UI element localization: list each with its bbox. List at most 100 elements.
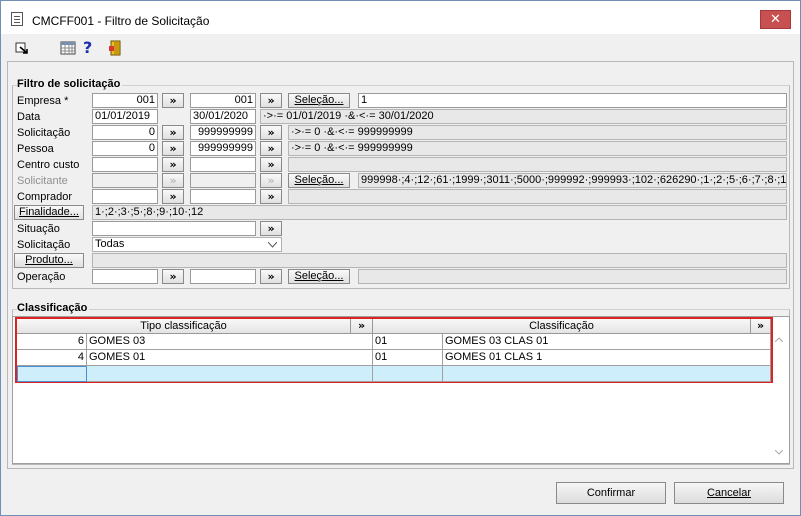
help-icon[interactable]: ? [83,39,101,57]
scroll-up-icon[interactable] [775,337,783,342]
exit-door-icon[interactable] [107,39,125,57]
solicitante-from-arrow-button: » [162,173,184,188]
confirm-button[interactable]: Confirmar [556,482,666,504]
pessoa-to-input[interactable]: 999999999 [190,141,256,156]
document-icon [11,12,23,26]
row1-class-id-cell[interactable]: 01 [373,334,443,350]
pessoa-from-arrow-button[interactable]: » [162,141,184,156]
solicitante-label: Solicitante [17,175,68,187]
operacao-to-input[interactable] [190,269,256,284]
empresa-label: Empresa * [17,95,69,107]
solicitante-to-arrow-button: » [260,173,282,188]
comprador-label: Comprador [17,191,73,203]
classification-grid: Tipo classificação » Classificação » 6 G… [15,317,773,383]
solicitacao-to-input[interactable]: 999999999 [190,125,256,140]
operacao-summary-field [358,269,787,284]
pessoa-summary-field: ·>·= 0 ·&·<·= 999999999 [288,141,787,156]
centro-custo-from-input[interactable] [92,157,158,172]
solicitante-selection-label: Seleção... [294,174,344,186]
solicitante-from-input [92,173,158,188]
comprador-to-arrow-button[interactable]: » [260,189,282,204]
scroll-down-icon[interactable] [775,450,783,455]
centro-custo-from-arrow-button[interactable]: » [162,157,184,172]
cancel-button[interactable]: Cancelar [674,482,784,504]
pessoa-from-input[interactable]: 0 [92,141,158,156]
operacao-from-arrow-button[interactable]: » [162,269,184,284]
row2-tipo-cell[interactable]: GOMES 01 [87,350,373,366]
dialog-window: CMCFF001 - Filtro de Solicitação ✕ ? Fil… [0,0,801,516]
window-title: CMCFF001 - Filtro de Solicitação [32,14,210,28]
centro-custo-to-arrow-button[interactable]: » [260,157,282,172]
situacao-label: Situação [17,223,60,235]
data-label: Data [17,111,41,123]
pessoa-to-arrow-button[interactable]: » [260,141,282,156]
comprador-to-input[interactable] [190,189,256,204]
produto-button[interactable]: Produto... [14,253,84,268]
produto-summary-field [92,253,787,268]
classification-legend: Classificação [17,302,90,314]
column-header-classificacao[interactable]: Classificação [373,319,751,334]
solicitante-to-input [190,173,256,188]
new-row-tipo-id-cell[interactable] [17,366,87,382]
solicitacao-to-arrow-button[interactable]: » [260,125,282,140]
title-bar: CMCFF001 - Filtro de Solicitação ✕ [1,1,800,34]
main-panel: Filtro de solicitação Empresa * 001 » 00… [7,61,794,469]
export-icon[interactable] [13,39,31,57]
finalidade-button-label: Finalidade... [19,206,79,218]
empresa-selection-button[interactable]: Seleção... [288,93,350,108]
empresa-summary-field: 1 [358,93,787,108]
new-row-tipo-cell[interactable] [87,366,373,382]
solicitacao-from-input[interactable]: 0 [92,125,158,140]
situacao-arrow-button[interactable]: » [260,221,282,236]
data-to-input[interactable]: 30/01/2020 [190,109,256,124]
comprador-from-arrow-button[interactable]: » [162,189,184,204]
data-summary-field: ·>·= 01/01/2019 ·&·<·= 30/01/2020 [260,109,787,124]
empresa-from-input[interactable]: 001 [92,93,158,108]
column-header-tipo[interactable]: Tipo classificação [17,319,351,334]
situacao-input[interactable] [92,221,256,236]
tipo-lookup-arrow-button[interactable]: » [351,319,373,334]
solicitacao-label: Solicitação [17,127,71,139]
row2-class-id-cell[interactable]: 01 [373,350,443,366]
chevron-down-icon [268,242,277,248]
calendar-grid-icon[interactable] [59,39,77,57]
comprador-summary-field [288,189,787,204]
row2-tipo-id-cell[interactable]: 4 [17,350,87,366]
centro-custo-label: Centro custo [17,159,80,171]
filter-legend: Filtro de solicitação [17,78,123,90]
solicitacao-summary-field: ·>·= 0 ·&·<·= 999999999 [288,125,787,140]
confirm-button-label: Confirmar [586,487,636,499]
empresa-to-arrow-button[interactable]: » [260,93,282,108]
classificacao-lookup-arrow-button[interactable]: » [751,319,771,334]
solicitante-selection-button[interactable]: Seleção... [288,173,350,188]
produto-button-label: Produto... [25,254,73,266]
solicitante-summary-field: 999998·;4·;12·;61·;1999·;3011·;5000·;999… [358,173,787,188]
grid-vertical-scrollbar[interactable] [773,334,785,460]
empresa-from-arrow-button[interactable]: » [162,93,184,108]
solicitacao-status-select[interactable]: Todas [92,237,282,252]
empresa-to-input[interactable]: 001 [190,93,256,108]
centro-custo-to-input[interactable] [190,157,256,172]
row1-tipo-id-cell[interactable]: 6 [17,334,87,350]
row2-class-cell[interactable]: GOMES 01 CLAS 1 [443,350,771,366]
data-from-input[interactable]: 01/01/2019 [92,109,158,124]
operacao-to-arrow-button[interactable]: » [260,269,282,284]
new-row-class-cell[interactable] [443,366,771,382]
comprador-from-input[interactable] [92,189,158,204]
solicitacao-status-label: Solicitação [17,239,71,251]
new-row-class-id-cell[interactable] [373,366,443,382]
operacao-selection-label: Seleção... [294,270,344,282]
pessoa-label: Pessoa [17,143,54,155]
empresa-selection-label: Seleção... [294,94,344,106]
cancel-button-label: Cancelar [706,487,752,499]
close-button[interactable]: ✕ [760,10,791,29]
solicitacao-status-value: Todas [95,238,125,250]
row1-class-cell[interactable]: GOMES 03 CLAS 01 [443,334,771,350]
operacao-selection-button[interactable]: Seleção... [288,269,350,284]
row1-tipo-cell[interactable]: GOMES 03 [87,334,373,350]
operacao-from-input[interactable] [92,269,158,284]
solicitacao-from-arrow-button[interactable]: » [162,125,184,140]
centro-custo-summary-field [288,157,787,172]
finalidade-button[interactable]: Finalidade... [14,205,84,220]
operacao-label: Operação [17,271,66,283]
